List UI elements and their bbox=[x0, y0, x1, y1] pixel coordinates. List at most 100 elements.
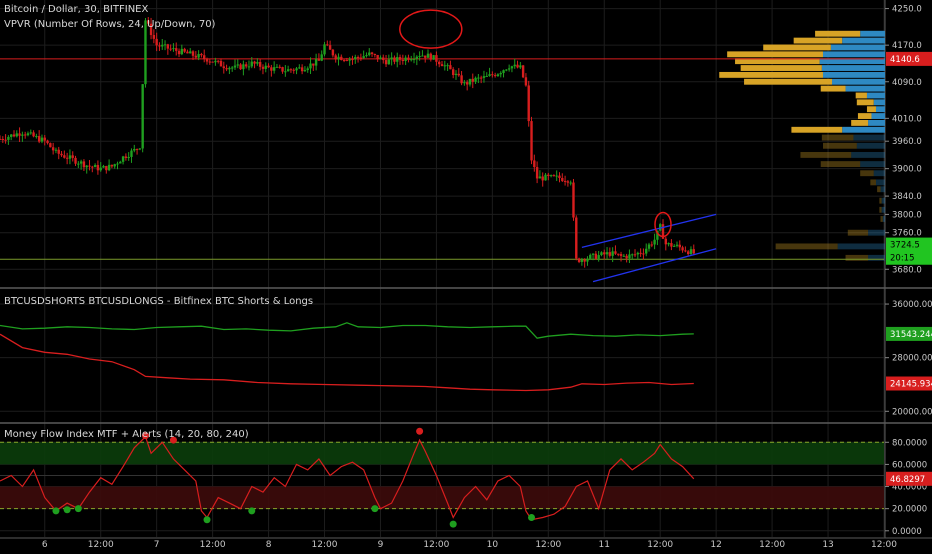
candle-body bbox=[331, 49, 335, 56]
candle-body bbox=[463, 82, 466, 84]
candle-body bbox=[653, 239, 656, 245]
y-tick-label: 60.0000 bbox=[892, 460, 927, 470]
mfi-alert-marker[interactable] bbox=[74, 505, 82, 513]
candle-body bbox=[354, 57, 357, 60]
candle-body bbox=[309, 63, 312, 69]
mfi-alert-marker[interactable] bbox=[203, 516, 211, 524]
vpvr-up-bar bbox=[815, 30, 861, 37]
candle-body bbox=[228, 67, 231, 70]
candle-body bbox=[667, 243, 670, 245]
candle-body bbox=[138, 148, 142, 150]
candle-body bbox=[93, 164, 97, 168]
vpvr-down-bar bbox=[875, 179, 885, 186]
candle-body bbox=[429, 53, 433, 60]
candle-body bbox=[236, 64, 239, 66]
mfi-alert-marker[interactable] bbox=[449, 520, 457, 528]
candle-body bbox=[594, 253, 598, 259]
mfi-alert-marker[interactable] bbox=[371, 505, 379, 513]
mfi-alert-marker[interactable] bbox=[63, 506, 71, 514]
candle-body bbox=[493, 75, 497, 77]
candle-body bbox=[446, 65, 449, 67]
trading-chart[interactable]: 4250.0 4170.0 4090.0 4010.0 3960.0 3900.0 3840… bbox=[0, 0, 932, 550]
x-tick-label: 7 bbox=[154, 540, 160, 550]
candle-body bbox=[642, 253, 645, 255]
candle-body bbox=[163, 44, 167, 46]
candle-body bbox=[575, 217, 578, 259]
candle-body bbox=[113, 164, 116, 167]
vpvr-up-bar bbox=[856, 99, 874, 106]
candle-body bbox=[611, 251, 614, 256]
candle-body bbox=[418, 55, 421, 57]
candle-body bbox=[18, 133, 21, 136]
candle-body bbox=[99, 167, 102, 171]
candle-body bbox=[521, 65, 525, 78]
candle-body bbox=[295, 68, 298, 71]
candle-body bbox=[356, 57, 360, 59]
vpvr-up-bar bbox=[866, 106, 876, 113]
candle-body bbox=[278, 66, 281, 68]
candle-body bbox=[351, 59, 354, 61]
y-tick-label: 80.0000 bbox=[892, 438, 927, 448]
candle-body bbox=[583, 259, 586, 262]
candle-body bbox=[577, 258, 581, 262]
candle-body bbox=[530, 121, 533, 161]
vpvr-down-bar bbox=[856, 142, 885, 149]
candle-body bbox=[631, 254, 634, 256]
candle-body bbox=[547, 174, 550, 176]
price-tag-red: 4140.6 bbox=[890, 55, 920, 65]
y-tick-label: 3900.0 bbox=[892, 165, 922, 175]
candle-body bbox=[286, 69, 290, 72]
candle-body bbox=[605, 252, 609, 255]
candle-body bbox=[561, 177, 564, 181]
x-tick-label: 8 bbox=[266, 540, 272, 550]
candle-body bbox=[270, 67, 273, 71]
candle-body bbox=[4, 139, 7, 141]
candle-body bbox=[337, 56, 340, 60]
candle-body bbox=[26, 133, 30, 136]
y-tick-label: 0.0000 bbox=[892, 527, 922, 537]
mfi-alert-marker[interactable] bbox=[52, 507, 60, 515]
y-tick-label: 3840.0 bbox=[892, 192, 922, 202]
candle-body bbox=[664, 238, 667, 245]
x-tick-label: 12:00 bbox=[312, 540, 338, 550]
candle-body bbox=[169, 48, 172, 50]
candle-body bbox=[102, 165, 105, 168]
candle-body bbox=[272, 67, 276, 71]
candle-body bbox=[538, 176, 542, 179]
candle-body bbox=[79, 161, 83, 164]
candle-body bbox=[15, 133, 18, 137]
candle-body bbox=[312, 63, 315, 66]
candle-body bbox=[519, 65, 522, 68]
candle-body bbox=[261, 66, 265, 69]
vpvr-up-bar bbox=[763, 44, 831, 51]
vpvr-up-bar bbox=[855, 92, 867, 99]
vpvr-up-bar bbox=[879, 206, 882, 213]
shorts-longs-title: BTCUSDSHORTS BTCUSDLONGS - Bitfinex BTC … bbox=[4, 296, 313, 307]
mfi-title: Money Flow Index MTF + Alerts (14, 20, 8… bbox=[4, 429, 249, 440]
y-tick-label: 4170.0 bbox=[892, 41, 922, 51]
candle-body bbox=[460, 75, 463, 84]
mfi-alert-marker[interactable] bbox=[528, 514, 536, 522]
mfi-alert-marker[interactable] bbox=[416, 427, 424, 435]
candle-body bbox=[177, 50, 181, 55]
candle-body bbox=[675, 244, 679, 246]
x-tick-label: 12:00 bbox=[759, 540, 785, 550]
candle-body bbox=[119, 161, 122, 164]
candle-body bbox=[502, 70, 505, 74]
mfi-alert-marker[interactable] bbox=[248, 507, 256, 515]
candle-body bbox=[424, 55, 427, 58]
candle-body bbox=[124, 156, 128, 159]
candle-body bbox=[1, 138, 4, 140]
candle-body bbox=[306, 68, 309, 71]
candle-body bbox=[250, 61, 253, 67]
candle-body bbox=[639, 252, 642, 254]
candle-body bbox=[127, 156, 130, 159]
candle-body bbox=[275, 66, 279, 68]
series-value-tag: 31543.2448 bbox=[890, 330, 932, 340]
candle-body bbox=[82, 161, 86, 168]
candle-body bbox=[396, 57, 399, 62]
vpvr-down-bar bbox=[830, 44, 885, 51]
chart-root[interactable]: 4250.0 4170.0 4090.0 4010.0 3960.0 3900.0 3840… bbox=[0, 0, 932, 550]
candle-body bbox=[465, 82, 469, 85]
candle-body bbox=[645, 248, 648, 254]
